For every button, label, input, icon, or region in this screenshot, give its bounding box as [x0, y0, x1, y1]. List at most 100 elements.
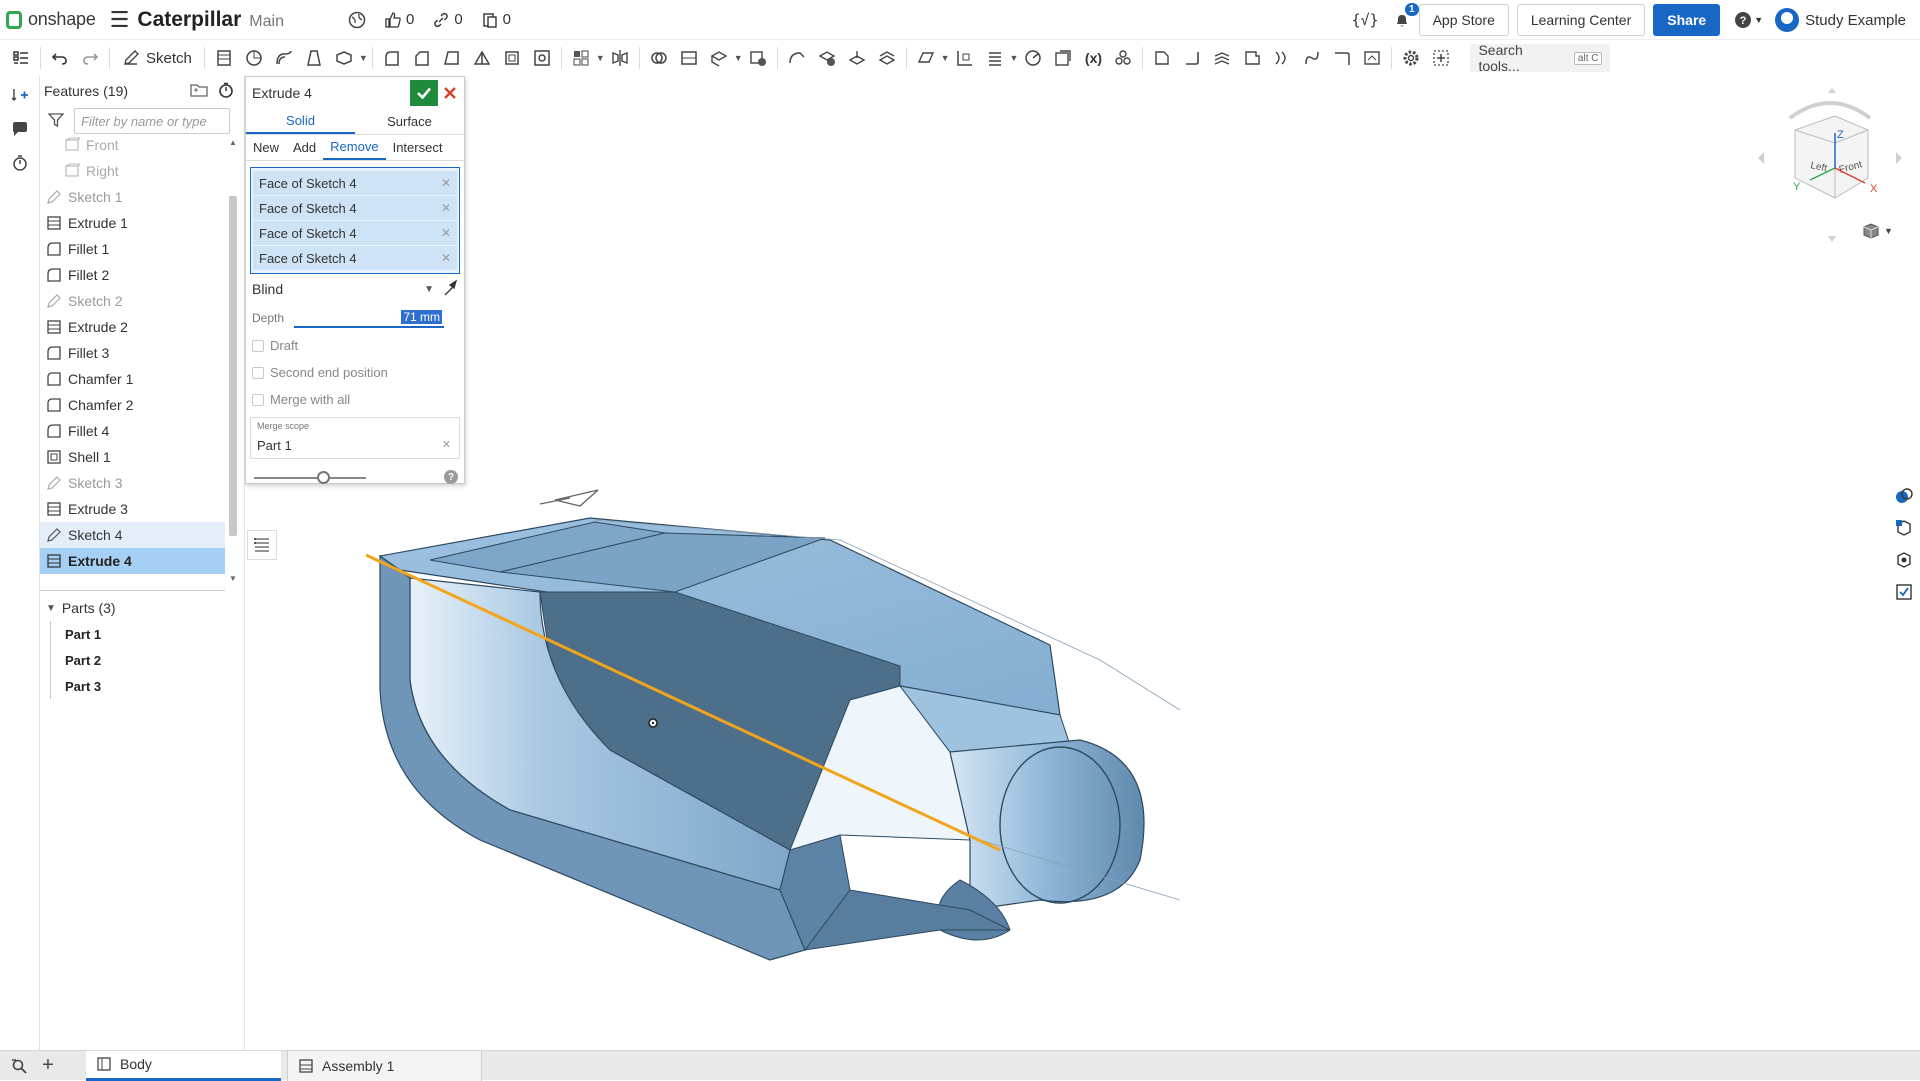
- feature-item[interactable]: Chamfer 2: [40, 392, 225, 418]
- chevron-down-icon[interactable]: ▼: [941, 53, 950, 63]
- replace-face-tool-icon[interactable]: [872, 44, 902, 72]
- feature-item[interactable]: Sketch 4: [40, 522, 225, 548]
- op-remove[interactable]: Remove: [323, 135, 386, 160]
- feature-item[interactable]: Fillet 1: [40, 236, 225, 262]
- tab-body[interactable]: Body: [86, 1050, 281, 1081]
- delete-face-tool-icon[interactable]: [812, 44, 842, 72]
- feature-item[interactable]: Front: [40, 132, 225, 158]
- remove-selection-icon[interactable]: ✕: [441, 176, 451, 190]
- copy-counter[interactable]: 0: [481, 11, 511, 29]
- feature-tree-scrollbar[interactable]: ▲ ▼: [226, 136, 240, 586]
- feature-item[interactable]: Sketch 3: [40, 470, 225, 496]
- app-store-button[interactable]: App Store: [1418, 4, 1509, 36]
- undo-icon[interactable]: [45, 44, 75, 72]
- chevron-down-icon[interactable]: ▼: [46, 603, 56, 614]
- globe-icon[interactable]: [348, 11, 366, 29]
- filter-funnel-icon[interactable]: [47, 112, 65, 131]
- onshape-logo[interactable]: onshape: [6, 9, 96, 30]
- merge-all-checkbox-row[interactable]: Merge with all: [246, 386, 464, 413]
- remove-selection-icon[interactable]: ✕: [441, 251, 451, 265]
- revolve-tool-icon[interactable]: [239, 44, 269, 72]
- feature-item[interactable]: Extrude 1: [40, 210, 225, 236]
- feature-item[interactable]: Shell 1: [40, 444, 225, 470]
- graphics-viewport[interactable]: [280, 460, 1181, 980]
- chamfer-tool-icon[interactable]: [407, 44, 437, 72]
- feature-item[interactable]: Sketch 1: [40, 184, 225, 210]
- scrollbar-thumb[interactable]: [229, 196, 237, 536]
- feature-item[interactable]: Sketch 2: [40, 288, 225, 314]
- chevron-down-icon[interactable]: ▼: [596, 53, 605, 63]
- feature-list-icon[interactable]: [6, 44, 36, 72]
- draft-checkbox[interactable]: [252, 339, 264, 352]
- helix-tool-icon[interactable]: [980, 44, 1010, 72]
- add-custom-feature-icon[interactable]: [1426, 44, 1456, 72]
- properties-panel-icon[interactable]: [1888, 512, 1920, 544]
- scroll-down-arrow-icon[interactable]: ▼: [229, 574, 237, 583]
- part-item[interactable]: Part 2: [51, 647, 240, 673]
- add-tab-icon[interactable]: +: [34, 1051, 62, 1081]
- depth-input[interactable]: 71 mm: [294, 308, 445, 328]
- feature-item[interactable]: Fillet 3: [40, 340, 225, 366]
- insert-parts-icon[interactable]: [0, 78, 40, 112]
- appearance-panel-icon[interactable]: [1888, 480, 1920, 512]
- document-title[interactable]: Caterpillar: [137, 8, 241, 32]
- share-button[interactable]: Share: [1653, 4, 1721, 36]
- hem-tool-icon[interactable]: [1207, 44, 1237, 72]
- draft-tool-icon[interactable]: [437, 44, 467, 72]
- learning-center-button[interactable]: Learning Center: [1516, 4, 1646, 36]
- cancel-button[interactable]: [440, 82, 460, 104]
- second-end-checkbox[interactable]: [252, 366, 264, 379]
- part-item[interactable]: Part 3: [51, 673, 240, 699]
- caterpillar-part-model[interactable]: [280, 460, 1181, 980]
- flat-view-tool-icon[interactable]: [1357, 44, 1387, 72]
- op-intersect[interactable]: Intersect: [386, 135, 450, 160]
- configuration-tool-icon[interactable]: [1108, 44, 1138, 72]
- op-add[interactable]: Add: [286, 135, 323, 160]
- timer-icon[interactable]: [0, 146, 40, 180]
- selected-face-item[interactable]: Face of Sketch 4 ✕: [253, 246, 457, 270]
- second-end-checkbox-row[interactable]: Second end position: [246, 359, 464, 386]
- rollback-timer-icon[interactable]: [218, 82, 234, 101]
- variable-tool-icon[interactable]: (x): [1078, 44, 1108, 72]
- part-item[interactable]: Part 1: [51, 621, 240, 647]
- accept-button[interactable]: [410, 80, 438, 106]
- flip-direction-icon[interactable]: [442, 278, 460, 300]
- plane-tool-icon[interactable]: [911, 44, 941, 72]
- tab-assembly[interactable]: Assembly 1: [287, 1050, 482, 1081]
- split-tool-icon[interactable]: [674, 44, 704, 72]
- feature-item[interactable]: Chamfer 1: [40, 366, 225, 392]
- sheet-metal-tool-icon[interactable]: [1147, 44, 1177, 72]
- feature-item[interactable]: Fillet 2: [40, 262, 225, 288]
- merge-scope-field[interactable]: Merge scope Part 1 ✕: [250, 417, 460, 459]
- modify-fillet-tool-icon[interactable]: [782, 44, 812, 72]
- user-menu[interactable]: Study Example: [1775, 8, 1906, 32]
- mate-connector-tool-icon[interactable]: [950, 44, 980, 72]
- selected-face-item[interactable]: Face of Sketch 4 ✕: [253, 196, 457, 220]
- transform-tool-icon[interactable]: [704, 44, 734, 72]
- tab-surface[interactable]: Surface: [355, 109, 464, 134]
- chevron-down-icon[interactable]: ▼: [359, 53, 368, 63]
- flange-tool-icon[interactable]: [1177, 44, 1207, 72]
- variable-braces-icon[interactable]: {√}: [1352, 11, 1379, 29]
- search-tools-input[interactable]: Search tools... alt C: [1470, 42, 1611, 74]
- clear-icon[interactable]: ✕: [442, 438, 451, 451]
- view-options-menu[interactable]: ▼: [1862, 222, 1893, 240]
- scroll-up-arrow-icon[interactable]: ▲: [229, 138, 237, 147]
- feature-item[interactable]: Extrude 2: [40, 314, 225, 340]
- loft-tool-icon[interactable]: [299, 44, 329, 72]
- remove-selection-icon[interactable]: ✕: [441, 226, 451, 240]
- op-new[interactable]: New: [246, 135, 286, 160]
- pattern-tool-icon[interactable]: [566, 44, 596, 72]
- mass-properties-panel-icon[interactable]: [1888, 544, 1920, 576]
- chevron-down-icon[interactable]: ▼: [734, 53, 743, 63]
- chevron-down-icon[interactable]: ▼: [1010, 53, 1019, 63]
- feature-item[interactable]: Right: [40, 158, 225, 184]
- rib-tool-icon[interactable]: [467, 44, 497, 72]
- boolean-tool-icon[interactable]: [644, 44, 674, 72]
- merge-all-checkbox[interactable]: [252, 393, 264, 406]
- feature-script-tool-icon[interactable]: [1048, 44, 1078, 72]
- parts-header[interactable]: ▼ Parts (3): [40, 595, 240, 621]
- redo-icon[interactable]: [75, 44, 105, 72]
- feature-list-toggle-icon[interactable]: [247, 530, 277, 560]
- bom-panel-icon[interactable]: [1888, 576, 1920, 608]
